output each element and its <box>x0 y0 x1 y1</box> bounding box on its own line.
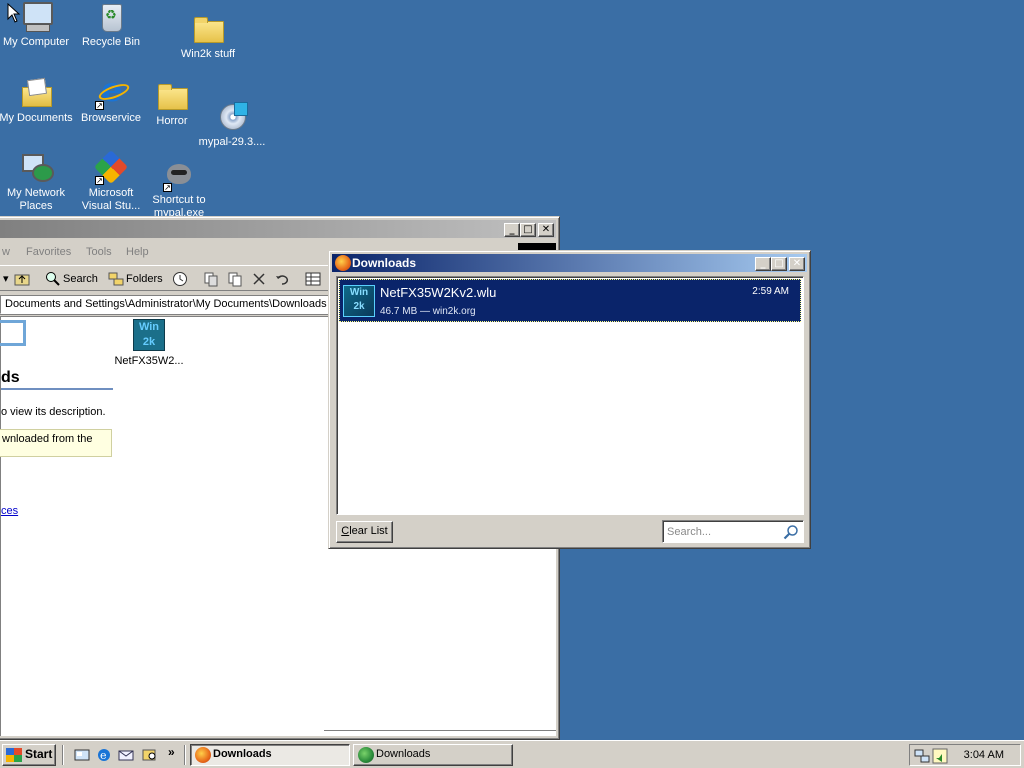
downloads-title: Downloads <box>352 256 417 270</box>
desktop-icon-visual-studio[interactable]: ↗ Microsoft Visual Stu... <box>73 151 149 213</box>
desktop-icon-label: My Network Places <box>6 187 66 212</box>
win2k-file-icon: Win 2k <box>343 285 375 317</box>
win2k-file-icon: Win 2k <box>133 319 165 351</box>
mypal-icon <box>358 747 374 763</box>
file-item-label: NetFX35W2... <box>114 355 184 367</box>
desktop-icon-win2k-stuff[interactable]: Win2k stuff <box>170 12 246 61</box>
installer-cd-icon <box>216 100 248 132</box>
info-tip-box: wnloaded from the <box>0 429 112 457</box>
outlook-express-icon[interactable] <box>118 747 134 763</box>
downloads-search-input[interactable] <box>667 524 779 539</box>
internet-explorer-icon: ↗ <box>95 70 127 110</box>
task-label: Downloads <box>376 748 431 760</box>
start-label: Start <box>25 747 53 761</box>
desktop-icon-label: My Computer <box>2 36 70 48</box>
close-button[interactable]: ✕ <box>789 257 805 271</box>
download-filename: NetFX35W2Kv2.wlu <box>380 285 497 300</box>
taskbar: Start e » Downloads Downloads 3:04 AM <box>0 740 1024 768</box>
menu-item-tools[interactable]: Tools <box>86 246 112 258</box>
desktop-icon-label: Microsoft Visual Stu... <box>81 187 141 212</box>
heading-divider <box>1 388 113 390</box>
folder-icon <box>156 79 188 111</box>
network-tray-icon[interactable] <box>914 748 930 764</box>
downloads-title-bar[interactable]: Downloads _ □ ✕ <box>332 254 807 272</box>
selection-description: o view its description. <box>1 406 106 418</box>
start-button[interactable]: Start <box>2 744 56 766</box>
taskbar-clock[interactable]: 3:04 AM <box>964 749 1004 761</box>
maximize-button[interactable]: □ <box>771 257 787 271</box>
explorer-search-icon[interactable] <box>142 747 158 763</box>
desktop-icon-shortcut-mypal[interactable]: ↗ Shortcut to mypal.exe <box>141 158 217 220</box>
clear-list-button[interactable]: Clear List <box>336 521 393 543</box>
close-button[interactable]: ✕ <box>538 223 554 237</box>
quick-launch-chevron[interactable]: » <box>168 745 175 759</box>
folders-icon <box>108 272 124 286</box>
search-icon <box>46 272 60 286</box>
taskbar-separator <box>184 745 186 765</box>
desktop-icon-label: Recycle Bin <box>81 36 141 48</box>
svg-text:e: e <box>100 749 107 762</box>
task-label: Downloads <box>213 748 272 760</box>
explorer-title-bar[interactable]: _ □ ✕ <box>0 220 556 238</box>
clear-list-rest: lear List <box>349 525 388 537</box>
desktop-icon-label: Win2k stuff <box>180 48 236 60</box>
mouse-cursor-icon <box>7 3 21 23</box>
download-size-source: 46.7 MB — win2k.org <box>380 306 476 317</box>
downloads-list[interactable]: Win 2k NetFX35W2Kv2.wlu 46.7 MB — win2k.o… <box>336 276 804 515</box>
internet-explorer-icon[interactable]: e <box>96 747 112 763</box>
downloads-search-box[interactable] <box>662 520 804 543</box>
menu-item-view[interactable]: w <box>2 246 10 258</box>
network-places-icon <box>20 151 54 183</box>
folder-frame-icon <box>0 320 26 346</box>
windows-logo-icon <box>6 748 22 762</box>
search-button[interactable]: Search <box>63 271 98 287</box>
search-icon[interactable] <box>783 524 799 540</box>
desktop-icon-label: My Documents <box>0 112 73 124</box>
views-icon[interactable] <box>305 271 321 287</box>
back-dropdown-arrow[interactable]: ▾ <box>3 271 9 287</box>
desktop-icon-recycle-bin[interactable]: Recycle Bin <box>73 0 149 49</box>
move-to-icon[interactable] <box>203 271 219 287</box>
shortcut-arrow-icon: ↗ <box>95 101 104 110</box>
download-item[interactable]: Win 2k NetFX35W2Kv2.wlu 46.7 MB — win2k.o… <box>339 279 801 322</box>
copy-to-icon[interactable] <box>227 271 243 287</box>
maximize-button[interactable]: □ <box>520 223 536 237</box>
folder-heading: ds <box>1 369 20 386</box>
minimize-button[interactable]: _ <box>504 223 520 237</box>
system-tray: 3:04 AM <box>909 744 1021 766</box>
delete-icon[interactable] <box>251 271 267 287</box>
firefox-icon <box>195 747 211 763</box>
minimize-button[interactable]: _ <box>755 257 771 271</box>
downloads-window[interactable]: Downloads _ □ ✕ Win 2k NetFX35W2Kv2.wlu 4… <box>328 250 811 549</box>
undo-icon[interactable] <box>274 271 290 287</box>
firefox-icon <box>335 255 351 271</box>
recycle-bin-icon <box>95 0 127 32</box>
folders-button[interactable]: Folders <box>126 271 163 287</box>
folder-icon <box>192 12 224 44</box>
shortcut-arrow-icon: ↗ <box>95 176 104 185</box>
desktop-icon-my-documents[interactable]: My Documents <box>0 76 74 125</box>
show-desktop-icon[interactable] <box>74 747 90 763</box>
up-folder-icon[interactable] <box>14 271 30 287</box>
download-time: 2:59 AM <box>752 286 789 297</box>
desktop-icon-my-network-places[interactable]: My Network Places <box>0 151 74 213</box>
taskbar-button-downloads[interactable]: Downloads <box>353 744 513 766</box>
web-view-link[interactable]: ces <box>1 505 18 517</box>
mypal-raccoon-icon: ↗ <box>163 158 195 192</box>
desktop-icon-label: mypal-29.3.... <box>198 136 266 148</box>
shortcut-arrow-icon: ↗ <box>163 183 172 192</box>
my-documents-icon <box>20 76 52 108</box>
horizontal-scrollbar[interactable] <box>324 730 556 736</box>
clear-list-accesskey: C <box>341 525 350 537</box>
computer-icon <box>20 0 53 32</box>
file-item-netfx[interactable]: Win 2k NetFX35W2... <box>111 319 187 367</box>
taskbar-button-downloads-active[interactable]: Downloads <box>190 744 350 766</box>
visual-studio-icon: ↗ <box>95 151 127 185</box>
volume-tray-icon[interactable] <box>932 748 948 764</box>
menu-item-help[interactable]: Help <box>126 246 149 258</box>
menu-item-favorites[interactable]: Favorites <box>26 246 71 258</box>
history-icon[interactable] <box>172 271 188 287</box>
taskbar-separator <box>62 745 64 765</box>
desktop-icon-mypal-installer[interactable]: mypal-29.3.... <box>194 100 270 149</box>
